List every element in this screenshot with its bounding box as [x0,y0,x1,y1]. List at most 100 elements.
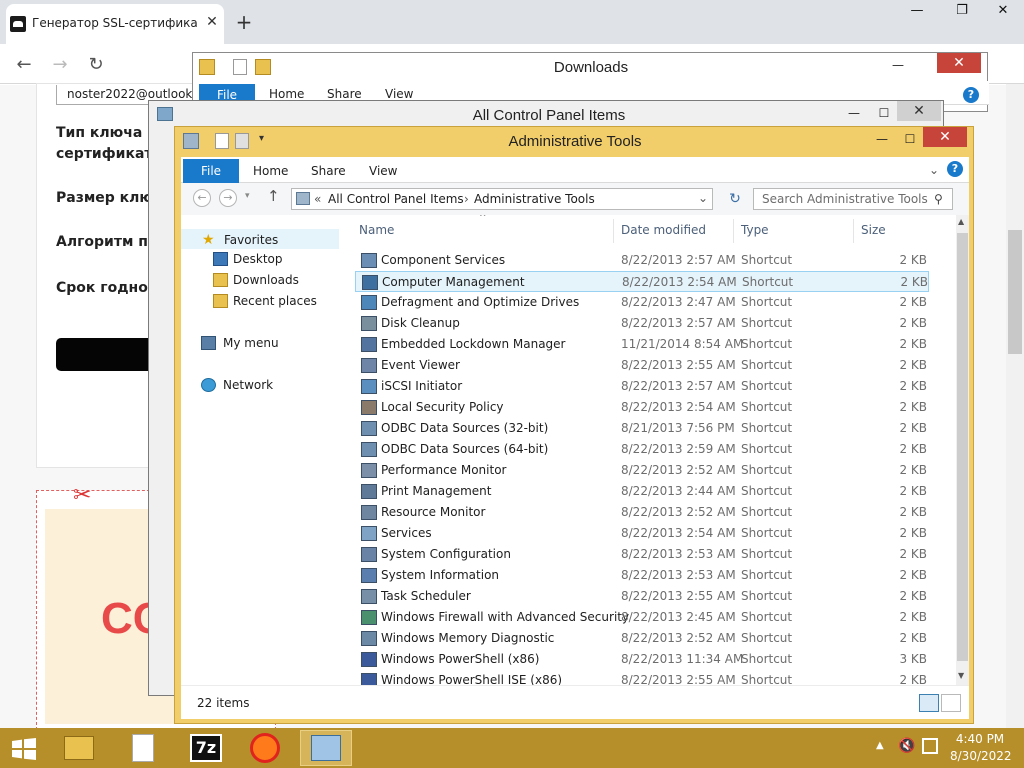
new-folder-icon[interactable] [235,133,249,149]
back-icon[interactable]: ← [193,189,211,207]
reload-icon[interactable]: ↻ [84,54,108,76]
table-row[interactable]: ODBC Data Sources (64-bit) 8/22/2013 2:59… [355,439,929,460]
administrative-tools-window[interactable]: ▾ Administrative Tools — ☐ ✕ File Home S… [174,126,974,724]
nav-item-recent-places[interactable]: Recent places [181,291,341,311]
scroll-down-icon[interactable]: ▼ [958,671,964,680]
table-row[interactable]: Windows PowerShell ISE (x86) 8/22/2013 2:… [355,670,929,685]
table-row[interactable]: Resource Monitor 8/22/2013 2:52 AM Shortcu… [355,502,929,523]
downloads-share-tab[interactable]: Share [327,87,362,101]
clock-time[interactable]: 4:40 PM [950,732,1010,746]
nav-item-my-menu[interactable]: My menu [181,333,341,353]
column-header-date[interactable]: Date modified [621,223,706,237]
recent-locations-icon[interactable]: ▾ [245,191,250,201]
table-row[interactable]: Disk Cleanup 8/22/2013 2:57 AM Shortcut 2 K… [355,313,929,334]
table-row[interactable]: Windows Firewall with Advanced Security 8… [355,607,929,628]
table-row[interactable]: Windows PowerShell (x86) 8/22/2013 11:34 … [355,649,929,670]
volume-muted-icon[interactable]: 🔇 [898,738,915,754]
table-row[interactable]: Defragment and Optimize Drives 8/22/2013 … [355,292,929,313]
properties-icon[interactable] [215,133,229,149]
table-row[interactable]: ODBC Data Sources (32-bit) 8/21/2013 7:56… [355,418,929,439]
refresh-icon[interactable]: ↻ [725,189,745,209]
browser-restore-button[interactable]: ❐ [945,0,979,22]
table-row[interactable]: Local Security Policy 8/22/2013 2:54 AM Sh… [355,397,929,418]
browser-scrollbar[interactable] [1006,84,1024,728]
table-row[interactable]: Computer Management 8/22/2013 2:54 AM Shor… [355,271,929,292]
table-row[interactable]: Event Viewer 8/22/2013 2:55 AM Shortcut 2 K… [355,355,929,376]
show-hidden-icons-icon[interactable]: ▲ [876,740,884,751]
taskbar-control-panel[interactable] [300,730,352,766]
admin-maximize-button[interactable]: ☐ [895,129,925,149]
table-row[interactable]: Services 8/22/2013 2:54 AM Shortcut 2 KB [355,523,929,544]
browser-scroll-thumb[interactable] [1008,230,1022,354]
forward-icon[interactable]: → [219,189,237,207]
column-header-size[interactable]: Size [861,223,886,237]
file-list-scrollbar[interactable]: ▲ ▼ [956,215,969,685]
admin-close-button[interactable]: ✕ [923,127,967,147]
details-view-icon[interactable] [919,694,939,712]
table-row[interactable]: Component Services 8/22/2013 2:57 AM Short… [355,250,929,271]
control-panel-maximize-button[interactable]: ☐ [869,103,899,123]
item-type: Shortcut [741,610,793,624]
clock-date[interactable]: 8/30/2022 [950,749,1012,763]
downloads-close-button[interactable]: ✕ [937,53,981,73]
breadcrumb-control-panel[interactable]: All Control Panel Items [328,192,464,206]
help-icon[interactable]: ? [947,161,963,177]
control-panel-close-button[interactable]: ✕ [897,101,941,121]
breadcrumb-overflow[interactable]: « [314,192,321,206]
column-divider[interactable] [613,219,614,243]
table-row[interactable]: System Information 8/22/2013 2:53 AM Short… [355,565,929,586]
tab-home[interactable]: Home [253,164,288,178]
breadcrumb-separator[interactable]: › [464,192,469,206]
downloads-view-tab[interactable]: View [385,87,413,101]
table-row[interactable]: Windows Memory Diagnostic 8/22/2013 2:52 … [355,628,929,649]
browser-minimize-button[interactable]: — [900,0,934,22]
scroll-up-icon[interactable]: ▲ [958,217,964,226]
browser-close-button[interactable]: ✕ [986,0,1020,22]
table-row[interactable]: Print Management 8/22/2013 2:44 AM Shortcu… [355,481,929,502]
nav-item-downloads[interactable]: Downloads [181,270,341,290]
table-row[interactable]: System Configuration 8/22/2013 2:53 AM Sho… [355,544,929,565]
column-header-type[interactable]: Type [741,223,769,237]
new-folder-icon[interactable] [255,59,271,75]
admin-minimize-button[interactable]: — [867,129,897,149]
network-tray-icon[interactable] [922,738,938,754]
column-header-name[interactable]: Name [359,223,394,237]
control-panel-minimize-button[interactable]: — [839,103,869,123]
tab-share[interactable]: Share [311,164,346,178]
new-tab-button[interactable]: + [234,10,254,34]
nav-item-network[interactable]: Network [181,375,341,395]
breadcrumb-admin-tools[interactable]: Administrative Tools [474,192,595,206]
nav-item-favorites[interactable]: ★ Favorites [181,229,339,249]
large-icons-view-icon[interactable] [941,694,961,712]
address-input[interactable]: « All Control Panel Items › Administrati… [291,188,713,210]
table-row[interactable]: Performance Monitor 8/22/2013 2:52 AM Shor… [355,460,929,481]
start-windows-icon[interactable] [10,738,38,760]
taskbar-firefox[interactable] [240,730,292,766]
downloads-home-tab[interactable]: Home [269,87,304,101]
up-icon[interactable]: ↑ [267,187,280,205]
ribbon-expand-icon[interactable]: ⌄ [929,163,939,177]
downloads-help-icon[interactable]: ? [963,87,979,103]
customize-toolbar-icon[interactable]: ▾ [259,133,264,144]
forward-icon[interactable]: → [48,54,72,76]
address-dropdown-icon[interactable]: ⌄ [698,191,708,205]
nav-item-desktop[interactable]: Desktop [181,249,341,269]
search-input[interactable]: Search Administrative Tools ⚲ [753,188,953,210]
taskbar-notepad[interactable] [116,730,168,766]
table-row[interactable]: Task Scheduler 8/22/2013 2:55 AM Shortcut 2… [355,586,929,607]
back-icon[interactable]: ← [12,54,36,76]
column-divider[interactable] [733,219,734,243]
taskbar-file-explorer[interactable] [52,730,104,766]
browser-tab[interactable]: Генератор SSL-сертификатов ✕ [6,4,224,44]
tab-file[interactable]: File [183,159,239,183]
column-divider[interactable] [853,219,854,243]
file-list-scroll-thumb[interactable] [957,233,968,661]
table-row[interactable]: iSCSI Initiator 8/22/2013 2:57 AM Shortcut… [355,376,929,397]
table-row[interactable]: Embedded Lockdown Manager 11/21/2014 8:54… [355,334,929,355]
taskbar-7zip[interactable]: 7z [180,730,232,766]
tab-close-icon[interactable]: ✕ [202,12,222,32]
properties-icon[interactable] [233,59,247,75]
tab-view[interactable]: View [369,164,397,178]
search-icon[interactable]: ⚲ [934,192,943,206]
downloads-minimize-button[interactable]: — [883,55,913,75]
